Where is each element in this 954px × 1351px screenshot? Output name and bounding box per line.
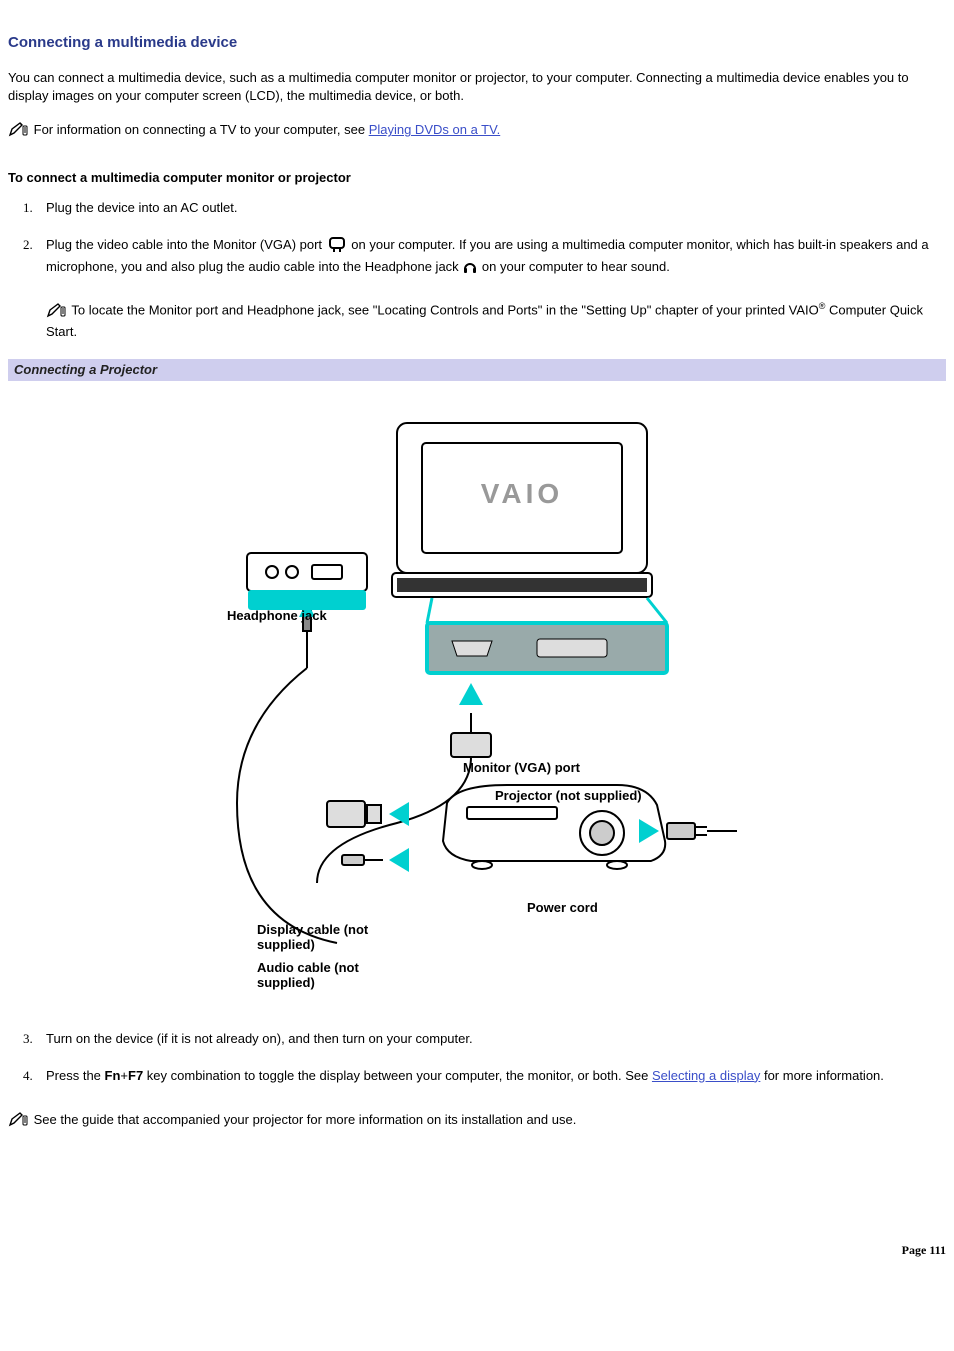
pencil-note-icon xyxy=(8,1111,28,1132)
headphone-jack-icon xyxy=(462,259,478,280)
label-headphone-jack: Headphone jack xyxy=(227,609,327,624)
projector-diagram: VAIO xyxy=(197,403,757,1003)
svg-text:VAIO: VAIO xyxy=(481,478,563,509)
figure-caption: Connecting a Projector xyxy=(8,359,946,381)
pencil-note-icon xyxy=(46,302,66,323)
pencil-note-icon xyxy=(8,121,28,142)
step-4-c: for more information. xyxy=(760,1068,884,1083)
step-1: Plug the device into an AC outlet. xyxy=(36,199,946,217)
tv-note: For information on connecting a TV to yo… xyxy=(8,121,946,142)
label-display-cable: Display cable (not supplied) xyxy=(257,923,387,953)
tv-note-prefix: For information on connecting a TV to yo… xyxy=(34,122,369,137)
vga-port-icon xyxy=(326,235,348,258)
end-note-text: See the guide that accompanied your proj… xyxy=(34,1112,577,1127)
step-3: Turn on the device (if it is not already… xyxy=(36,1030,946,1048)
intro-text: You can connect a multimedia device, suc… xyxy=(8,69,946,105)
step-2-note-a: To locate the Monitor port and Headphone… xyxy=(71,303,818,318)
page-title: Connecting a multimedia device xyxy=(8,32,946,53)
step-2: Plug the video cable into the Monitor (V… xyxy=(36,235,946,341)
playing-dvds-link[interactable]: Playing DVDs on a TV. xyxy=(369,122,501,137)
step-4-b: key combination to toggle the display be… xyxy=(143,1068,652,1083)
subheading: To connect a multimedia computer monitor… xyxy=(8,169,946,187)
step-2-text-c: on your computer to hear sound. xyxy=(482,259,670,274)
label-vga-port: Monitor (VGA) port xyxy=(463,761,580,776)
page-number: Page 111 xyxy=(8,1242,946,1259)
figure-container: VAIO xyxy=(8,403,946,1008)
fn-key: Fn xyxy=(105,1068,121,1083)
end-note: See the guide that accompanied your proj… xyxy=(8,1111,946,1132)
plus-sign: + xyxy=(120,1068,128,1083)
f7-key: F7 xyxy=(128,1068,143,1083)
label-audio-cable: Audio cable (not supplied) xyxy=(257,961,387,991)
step-4: Press the Fn+F7 key combination to toggl… xyxy=(36,1067,946,1085)
step-2-text-a: Plug the video cable into the Monitor (V… xyxy=(46,237,326,252)
selecting-display-link[interactable]: Selecting a display xyxy=(652,1068,760,1083)
label-power-cord: Power cord xyxy=(527,901,598,916)
label-projector: Projector (not supplied) xyxy=(495,789,642,804)
step-4-a: Press the xyxy=(46,1068,105,1083)
